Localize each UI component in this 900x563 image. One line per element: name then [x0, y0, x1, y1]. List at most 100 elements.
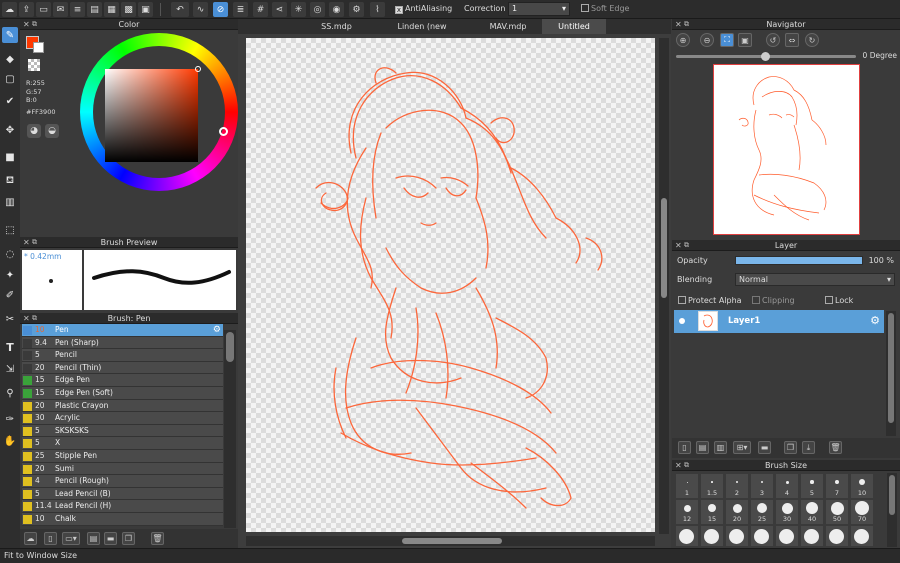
lock-checkbox[interactable]: Lock [825, 296, 853, 305]
rect-tool-icon[interactable]: ▢ [2, 71, 18, 87]
saturation-value-square[interactable] [105, 66, 201, 162]
undo-icon[interactable]: ↶ [171, 2, 189, 17]
comment-icon[interactable]: ▭ [36, 2, 51, 17]
snap-settings-icon[interactable]: ⚙ [349, 2, 364, 17]
rotation-slider[interactable] [676, 52, 856, 61]
grid-icon[interactable]: ▩ [121, 2, 136, 17]
tab-ss[interactable]: SS.mdp [303, 19, 370, 34]
add-brush-icon[interactable]: ▭▾ [62, 532, 80, 545]
canvas-horizontal-scrollbar[interactable] [246, 536, 655, 546]
snap-radial-icon[interactable]: ✳ [291, 2, 306, 17]
new-layer-icon[interactable]: ▯ [678, 441, 691, 454]
brush-list-item[interactable]: 10 Pen ⚙ [22, 324, 223, 337]
chat-icon[interactable]: ✉ [53, 2, 68, 17]
rotate-left-icon[interactable]: ↺ [766, 33, 780, 47]
brush-size-option[interactable]: 5 [801, 474, 823, 498]
snap-grid-icon[interactable]: # [253, 2, 268, 17]
brush-list-item[interactable]: 4 Pencil (Rough) [22, 475, 223, 488]
fill-rect-tool-icon[interactable]: ■ [2, 149, 18, 165]
operation-tool-icon[interactable]: ⇲ [2, 361, 18, 377]
merge-layer-icon[interactable]: ⤓ [802, 441, 815, 454]
new-brush-icon[interactable]: ▯ [44, 532, 57, 545]
brush-size-option[interactable]: 20 [726, 500, 748, 524]
fit-window-icon[interactable]: ⛶ [720, 33, 734, 47]
gradient-tool-icon[interactable]: ▥ [2, 194, 18, 210]
add-layer-menu-icon[interactable]: ⊞▾ [733, 441, 751, 454]
brush-size-option[interactable]: 50 [826, 500, 848, 524]
folder-icon[interactable]: ▬ [104, 532, 117, 545]
pen-tool-icon[interactable]: ✎ [2, 27, 18, 43]
antialias-checkbox[interactable]: x AntiAliasing [395, 4, 452, 14]
brush-settings-icon[interactable]: ⚙ [213, 324, 221, 337]
move-tool-icon[interactable]: ✥ [2, 122, 18, 138]
brush-list-item[interactable]: 15 Edge Pen (Soft) [22, 387, 223, 400]
brush-size-option[interactable]: 10 [851, 474, 873, 498]
snap-vanish-icon[interactable]: ⋖ [272, 2, 287, 17]
brush-size-option[interactable]: 3 [751, 474, 773, 498]
zoom-in-icon[interactable]: ⊕ [676, 33, 690, 47]
layer-scrollbar[interactable] [886, 311, 896, 436]
brush-list-item[interactable]: 9.4 Pen (Sharp) [22, 336, 223, 350]
color-mixer-icon[interactable]: ◒ [45, 124, 59, 138]
brush-size-option[interactable]: 30 [776, 500, 798, 524]
canvas-vertical-scrollbar[interactable] [659, 38, 669, 534]
brush-list-item[interactable]: 11.4 Lead Pencil (H) [22, 500, 223, 513]
brush-list-item[interactable]: 5X [22, 437, 223, 450]
document-icon[interactable]: ▤ [87, 2, 102, 17]
transparent-color-swatch[interactable] [28, 59, 40, 71]
duplicate-layer-icon[interactable]: ❐ [784, 441, 797, 454]
brush-list-item[interactable]: 25 Stipple Pen [22, 450, 223, 463]
tab-linden[interactable]: Linden (new version).mdp [370, 19, 474, 46]
brush-list-scrollbar[interactable] [224, 330, 236, 528]
eye-icon[interactable] [679, 318, 685, 324]
brush-size-option[interactable] [751, 526, 773, 546]
view-icon[interactable]: ▦ [104, 2, 119, 17]
cloud-brush-icon[interactable]: ☁ [24, 532, 37, 545]
lasso-tool-icon[interactable]: ◌ [2, 246, 18, 262]
brush-list-item[interactable]: 20 Plastic Crayon [22, 399, 223, 413]
brush-size-option[interactable] [726, 526, 748, 546]
select-pen-icon[interactable]: ✐ [2, 287, 18, 303]
brush-list-item[interactable]: 15 Edge Pen [22, 374, 223, 387]
snap-off-icon[interactable]: ⊘ [213, 2, 228, 17]
brush-size-scrollbar[interactable] [887, 473, 897, 547]
cloud-upload-icon[interactable]: ⇪ [19, 2, 34, 17]
brush-list-item[interactable]: 5 SKSKSKS [22, 424, 223, 438]
brush-list-item[interactable]: 20 Sumi [22, 462, 223, 476]
hand-tool-icon[interactable]: ✋ [2, 433, 18, 449]
secondary-color-swatch[interactable] [33, 42, 44, 53]
eraser-tool-icon[interactable]: ◆ [2, 51, 18, 67]
opacity-slider[interactable] [735, 256, 863, 265]
brush-size-option[interactable]: 1 [676, 474, 698, 498]
flip-icon[interactable]: ⇔ [785, 33, 799, 47]
layer-folder-icon[interactable]: ▬ [758, 441, 771, 454]
new-layer-1bit-icon[interactable]: ▤ [696, 441, 709, 454]
brush-list-item[interactable]: 30 Acrylic [22, 412, 223, 425]
list-icon[interactable]: ≡ [70, 2, 85, 17]
snap-parallel-icon[interactable]: ≣ [233, 2, 248, 17]
navigator-thumbnail[interactable] [713, 64, 860, 235]
duplicate-brush-icon[interactable]: ▤ [87, 532, 100, 545]
new-layer-8bit-icon[interactable]: ▥ [714, 441, 727, 454]
brush-list-item[interactable]: 5 Lead Pencil (B) [22, 487, 223, 501]
tab-untitled[interactable]: Untitled [542, 19, 606, 34]
drawing-canvas[interactable] [246, 38, 655, 532]
actual-size-icon[interactable]: ▣ [738, 33, 752, 47]
snap-circle-icon[interactable]: ◎ [310, 2, 325, 17]
tab-mav[interactable]: MAV.mdp [474, 19, 542, 34]
brush-size-option[interactable]: 25 [751, 500, 773, 524]
brush-size-option[interactable] [851, 526, 873, 546]
eyedropper2-tool-icon[interactable]: ✑ [2, 411, 18, 427]
snap-extra-icon[interactable]: ⌇ [370, 2, 385, 17]
blending-select[interactable]: Normal ▾ [735, 273, 895, 286]
brush-size-option[interactable] [676, 526, 698, 546]
cloud-icon[interactable]: ☁ [2, 2, 17, 17]
magic-wand-icon[interactable]: ✦ [2, 267, 18, 283]
brush-size-option[interactable]: 15 [701, 500, 723, 524]
curve-icon[interactable]: ∿ [193, 2, 208, 17]
brush-size-option[interactable]: 2 [726, 474, 748, 498]
brush-size-option[interactable]: 4 [776, 474, 798, 498]
window-icon[interactable]: ▣ [138, 2, 153, 17]
eyedropper-tool-icon[interactable]: ⚲ [2, 385, 18, 401]
rotate-right-icon[interactable]: ↻ [805, 33, 819, 47]
